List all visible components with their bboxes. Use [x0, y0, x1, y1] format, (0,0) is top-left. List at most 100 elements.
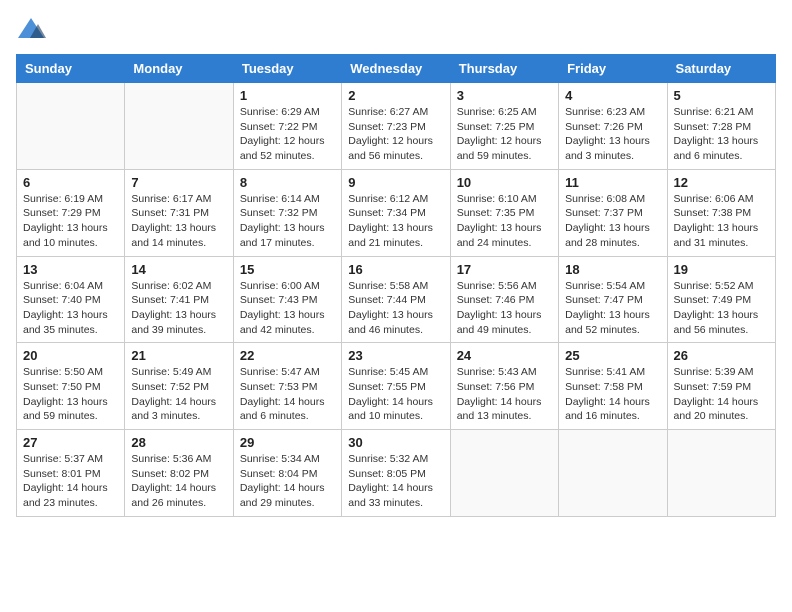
calendar-cell: 14 Sunrise: 6:02 AMSunset: 7:41 PMDayligh… — [125, 256, 233, 343]
day-number: 8 — [240, 175, 335, 190]
calendar-cell: 26 Sunrise: 5:39 AMSunset: 7:59 PMDayligh… — [667, 343, 775, 430]
calendar-cell: 20 Sunrise: 5:50 AMSunset: 7:50 PMDayligh… — [17, 343, 125, 430]
header-tuesday: Tuesday — [233, 55, 341, 83]
calendar-cell: 28Sunrise: 5:36 AMSunset: 8:02 PMDayligh… — [125, 430, 233, 517]
day-number: 4 — [565, 88, 660, 103]
day-info: Sunrise: 5:34 AMSunset: 8:04 PMDaylight:… — [240, 452, 335, 511]
calendar-cell: 17Sunrise: 5:56 AMSunset: 7:46 PMDayligh… — [450, 256, 558, 343]
day-info: Sunrise: 5:43 AMSunset: 7:56 PMDaylight:… — [457, 365, 552, 424]
calendar-week-3: 20 Sunrise: 5:50 AMSunset: 7:50 PMDayligh… — [17, 343, 776, 430]
day-number: 18 — [565, 262, 660, 277]
day-info: Sunrise: 6:29 AMSunset: 7:22 PMDaylight:… — [240, 105, 335, 164]
day-info: Sunrise: 6:21 AMSunset: 7:28 PMDaylight:… — [674, 105, 769, 164]
header-thursday: Thursday — [450, 55, 558, 83]
day-number: 24 — [457, 348, 552, 363]
day-number: 11 — [565, 175, 660, 190]
day-number: 19 — [674, 262, 769, 277]
calendar-cell — [125, 83, 233, 170]
calendar-cell: 30 Sunrise: 5:32 AMSunset: 8:05 PMDayligh… — [342, 430, 450, 517]
calendar-cell: 22 Sunrise: 5:47 AMSunset: 7:53 PMDayligh… — [233, 343, 341, 430]
header-saturday: Saturday — [667, 55, 775, 83]
day-number: 21 — [131, 348, 226, 363]
day-number: 22 — [240, 348, 335, 363]
calendar-week-2: 13 Sunrise: 6:04 AMSunset: 7:40 PMDayligh… — [17, 256, 776, 343]
day-number: 12 — [674, 175, 769, 190]
header-wednesday: Wednesday — [342, 55, 450, 83]
day-info: Sunrise: 5:49 AMSunset: 7:52 PMDaylight:… — [131, 365, 226, 424]
day-info: Sunrise: 5:39 AMSunset: 7:59 PMDaylight:… — [674, 365, 769, 424]
day-number: 17 — [457, 262, 552, 277]
day-number: 7 — [131, 175, 226, 190]
calendar-week-1: 6Sunrise: 6:19 AMSunset: 7:29 PMDaylight… — [17, 169, 776, 256]
calendar-cell: 1 Sunrise: 6:29 AMSunset: 7:22 PMDaylight… — [233, 83, 341, 170]
day-number: 15 — [240, 262, 335, 277]
day-number: 28 — [131, 435, 226, 450]
calendar-cell: 2Sunrise: 6:27 AMSunset: 7:23 PMDaylight… — [342, 83, 450, 170]
calendar-week-4: 27 Sunrise: 5:37 AMSunset: 8:01 PMDayligh… — [17, 430, 776, 517]
calendar-cell: 13 Sunrise: 6:04 AMSunset: 7:40 PMDayligh… — [17, 256, 125, 343]
day-info: Sunrise: 5:58 AMSunset: 7:44 PMDaylight:… — [348, 279, 443, 338]
calendar-cell: 4 Sunrise: 6:23 AMSunset: 7:26 PMDaylight… — [559, 83, 667, 170]
day-number: 16 — [348, 262, 443, 277]
day-info: Sunrise: 5:50 AMSunset: 7:50 PMDaylight:… — [23, 365, 118, 424]
day-number: 5 — [674, 88, 769, 103]
calendar-cell: 27 Sunrise: 5:37 AMSunset: 8:01 PMDayligh… — [17, 430, 125, 517]
day-number: 29 — [240, 435, 335, 450]
header — [16, 16, 776, 42]
calendar-cell: 10 Sunrise: 6:10 AMSunset: 7:35 PMDayligh… — [450, 169, 558, 256]
calendar-cell: 18 Sunrise: 5:54 AMSunset: 7:47 PMDayligh… — [559, 256, 667, 343]
day-info: Sunrise: 6:00 AMSunset: 7:43 PMDaylight:… — [240, 279, 335, 338]
logo — [16, 16, 48, 42]
day-info: Sunrise: 6:10 AMSunset: 7:35 PMDaylight:… — [457, 192, 552, 251]
day-number: 20 — [23, 348, 118, 363]
day-info: Sunrise: 6:04 AMSunset: 7:40 PMDaylight:… — [23, 279, 118, 338]
calendar-cell: 24 Sunrise: 5:43 AMSunset: 7:56 PMDayligh… — [450, 343, 558, 430]
day-info: Sunrise: 6:25 AMSunset: 7:25 PMDaylight:… — [457, 105, 552, 164]
day-number: 30 — [348, 435, 443, 450]
day-info: Sunrise: 5:45 AMSunset: 7:55 PMDaylight:… — [348, 365, 443, 424]
day-info: Sunrise: 6:08 AMSunset: 7:37 PMDaylight:… — [565, 192, 660, 251]
day-info: Sunrise: 6:02 AMSunset: 7:41 PMDaylight:… — [131, 279, 226, 338]
calendar-cell — [667, 430, 775, 517]
day-number: 26 — [674, 348, 769, 363]
day-number: 6 — [23, 175, 118, 190]
day-number: 23 — [348, 348, 443, 363]
calendar-cell: 25Sunrise: 5:41 AMSunset: 7:58 PMDayligh… — [559, 343, 667, 430]
calendar-cell: 9 Sunrise: 6:12 AMSunset: 7:34 PMDaylight… — [342, 169, 450, 256]
header-sunday: Sunday — [17, 55, 125, 83]
day-info: Sunrise: 5:47 AMSunset: 7:53 PMDaylight:… — [240, 365, 335, 424]
calendar-header-row: SundayMondayTuesdayWednesdayThursdayFrid… — [17, 55, 776, 83]
calendar-cell: 29 Sunrise: 5:34 AMSunset: 8:04 PMDayligh… — [233, 430, 341, 517]
calendar-cell: 15 Sunrise: 6:00 AMSunset: 7:43 PMDayligh… — [233, 256, 341, 343]
day-info: Sunrise: 6:23 AMSunset: 7:26 PMDaylight:… — [565, 105, 660, 164]
calendar-cell: 23 Sunrise: 5:45 AMSunset: 7:55 PMDayligh… — [342, 343, 450, 430]
calendar-cell — [450, 430, 558, 517]
calendar-cell: 8 Sunrise: 6:14 AMSunset: 7:32 PMDaylight… — [233, 169, 341, 256]
day-info: Sunrise: 5:52 AMSunset: 7:49 PMDaylight:… — [674, 279, 769, 338]
calendar-cell: 21 Sunrise: 5:49 AMSunset: 7:52 PMDayligh… — [125, 343, 233, 430]
day-number: 1 — [240, 88, 335, 103]
day-info: Sunrise: 6:12 AMSunset: 7:34 PMDaylight:… — [348, 192, 443, 251]
day-info: Sunrise: 6:14 AMSunset: 7:32 PMDaylight:… — [240, 192, 335, 251]
header-friday: Friday — [559, 55, 667, 83]
day-number: 9 — [348, 175, 443, 190]
day-info: Sunrise: 5:41 AMSunset: 7:58 PMDaylight:… — [565, 365, 660, 424]
calendar-cell: 16 Sunrise: 5:58 AMSunset: 7:44 PMDayligh… — [342, 256, 450, 343]
calendar-cell: 11 Sunrise: 6:08 AMSunset: 7:37 PMDayligh… — [559, 169, 667, 256]
day-info: Sunrise: 5:32 AMSunset: 8:05 PMDaylight:… — [348, 452, 443, 511]
day-info: Sunrise: 5:54 AMSunset: 7:47 PMDaylight:… — [565, 279, 660, 338]
calendar-cell: 7Sunrise: 6:17 AMSunset: 7:31 PMDaylight… — [125, 169, 233, 256]
calendar-cell: 3Sunrise: 6:25 AMSunset: 7:25 PMDaylight… — [450, 83, 558, 170]
day-number: 10 — [457, 175, 552, 190]
day-number: 13 — [23, 262, 118, 277]
calendar-cell: 19 Sunrise: 5:52 AMSunset: 7:49 PMDayligh… — [667, 256, 775, 343]
day-number: 14 — [131, 262, 226, 277]
header-monday: Monday — [125, 55, 233, 83]
day-number: 27 — [23, 435, 118, 450]
day-info: Sunrise: 5:37 AMSunset: 8:01 PMDaylight:… — [23, 452, 118, 511]
day-number: 2 — [348, 88, 443, 103]
calendar-cell: 12 Sunrise: 6:06 AMSunset: 7:38 PMDayligh… — [667, 169, 775, 256]
calendar-table: SundayMondayTuesdayWednesdayThursdayFrid… — [16, 54, 776, 517]
calendar-cell — [17, 83, 125, 170]
day-info: Sunrise: 6:06 AMSunset: 7:38 PMDaylight:… — [674, 192, 769, 251]
